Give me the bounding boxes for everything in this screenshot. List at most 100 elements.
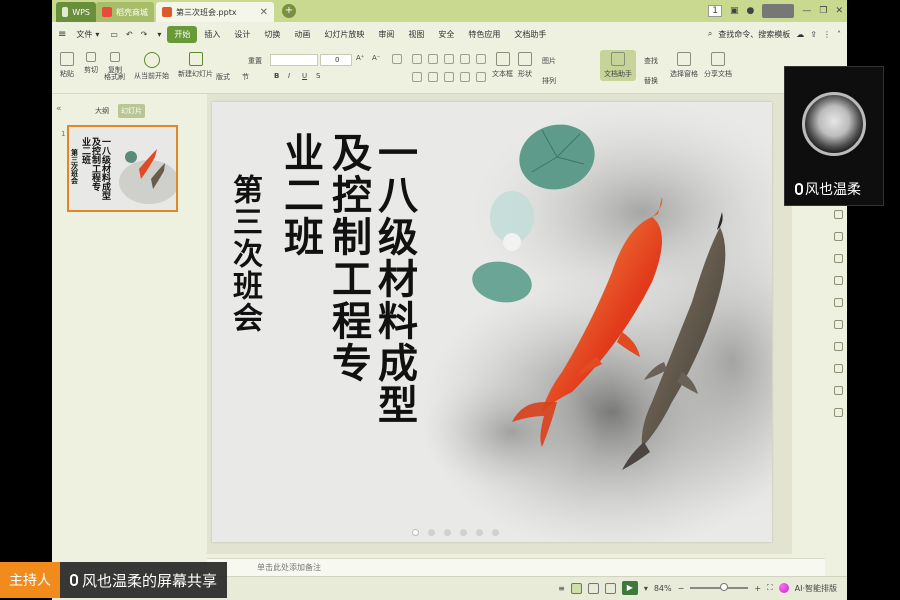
page-dot[interactable] bbox=[412, 529, 419, 536]
align-right-icon[interactable] bbox=[444, 72, 454, 82]
page-dot[interactable] bbox=[444, 529, 451, 536]
search-icon[interactable]: ⌕ bbox=[708, 29, 712, 39]
star-icon[interactable] bbox=[833, 254, 843, 263]
zoom-out-icon[interactable]: − bbox=[678, 584, 685, 593]
justify-icon[interactable] bbox=[460, 72, 470, 82]
location-icon[interactable] bbox=[833, 364, 843, 373]
close-window-icon[interactable]: ✕ bbox=[835, 6, 843, 16]
menu-animations[interactable]: 动画 bbox=[287, 26, 317, 43]
font-name-input[interactable] bbox=[270, 54, 318, 66]
pointer-icon[interactable] bbox=[833, 210, 843, 219]
menu-security[interactable]: 安全 bbox=[431, 26, 461, 43]
reading-view-icon[interactable] bbox=[604, 582, 616, 594]
zoom-level[interactable]: 84% bbox=[654, 584, 672, 593]
close-tab-icon[interactable]: ✕ bbox=[260, 7, 268, 18]
menu-special-apps[interactable]: 特色应用 bbox=[461, 26, 507, 43]
slideshow-play-button[interactable]: ▶ bbox=[621, 581, 638, 595]
tab-wps[interactable]: WPS bbox=[56, 2, 96, 22]
more-options-icon[interactable]: ⋮ bbox=[823, 30, 831, 39]
underline-icon[interactable]: U bbox=[302, 72, 307, 80]
cloud-sync-icon[interactable]: ☁ bbox=[796, 30, 804, 39]
edit-icon[interactable] bbox=[833, 298, 843, 307]
menu-file[interactable]: 文件 ▾ bbox=[69, 26, 106, 43]
save-icon[interactable]: ▭ bbox=[110, 30, 118, 39]
ai-layout-button[interactable]: AI·智能排版 bbox=[795, 583, 837, 594]
font-size-input[interactable]: 0 bbox=[320, 54, 352, 66]
tab-store[interactable]: 稻壳商城 bbox=[96, 2, 154, 22]
picture-button[interactable]: 图片 bbox=[542, 56, 556, 66]
fit-window-icon[interactable]: ⛶ bbox=[767, 583, 773, 593]
clear-format-icon[interactable] bbox=[392, 54, 402, 64]
template-icon[interactable] bbox=[833, 232, 843, 241]
reset-button[interactable]: 重置 bbox=[248, 56, 262, 66]
page-dot[interactable] bbox=[492, 529, 499, 536]
format-painter-button[interactable]: 格式刷 bbox=[104, 72, 125, 82]
user-icon[interactable]: ● bbox=[747, 6, 755, 16]
collapse-panel-icon[interactable]: « bbox=[56, 104, 62, 114]
numbering-icon[interactable] bbox=[428, 54, 438, 64]
layout-button[interactable]: 版式 bbox=[216, 72, 230, 82]
tab-slides[interactable]: 幻灯片 bbox=[118, 104, 145, 118]
replace-button[interactable]: 替换 bbox=[644, 76, 658, 86]
chevron-down-icon[interactable]: ▾ bbox=[644, 584, 648, 593]
menu-transitions[interactable]: 切换 bbox=[257, 26, 287, 43]
share-icon[interactable]: ⇪ bbox=[810, 30, 817, 39]
page-dot[interactable] bbox=[476, 529, 483, 536]
italic-icon[interactable]: I bbox=[288, 72, 290, 80]
cut-button[interactable]: 剪切 bbox=[84, 52, 98, 75]
slide-thumbnail[interactable]: 一八级材料成型 及控制工程专 业二班 第三次班会 bbox=[67, 125, 178, 212]
undo-icon[interactable]: ↶ bbox=[126, 30, 133, 39]
slide-subtitle[interactable]: 第三次班会 bbox=[227, 174, 262, 334]
textbox-button[interactable]: 文本框 bbox=[492, 52, 513, 79]
notes-toggle-icon[interactable]: ≡ bbox=[558, 584, 565, 593]
section-button[interactable]: 节 bbox=[242, 72, 249, 82]
audio-icon[interactable] bbox=[833, 342, 843, 351]
settings-icon[interactable] bbox=[833, 386, 843, 395]
grow-font-icon[interactable]: A⁺ bbox=[356, 54, 364, 62]
menu-view[interactable]: 视图 bbox=[401, 26, 431, 43]
menu-slideshow[interactable]: 幻灯片放映 bbox=[317, 26, 371, 43]
slide-title-line-2[interactable]: 及控制工程专 bbox=[325, 132, 372, 384]
shape-button[interactable]: 形状 bbox=[518, 52, 532, 79]
slide-title-line-1[interactable]: 一八级材料成型 bbox=[371, 132, 418, 426]
menu-home[interactable]: 开始 bbox=[167, 25, 198, 43]
page-dot[interactable] bbox=[460, 529, 467, 536]
notes-field[interactable]: 单击此处添加备注 bbox=[207, 558, 825, 576]
doc-helper-button[interactable]: 文档助手 bbox=[600, 50, 636, 81]
picture-icon[interactable] bbox=[833, 320, 843, 329]
indent-icon[interactable] bbox=[444, 54, 454, 64]
sorter-view-icon[interactable] bbox=[587, 582, 599, 594]
more-icon[interactable]: ▾ bbox=[157, 30, 161, 39]
help-icon[interactable] bbox=[833, 408, 843, 417]
menu-design[interactable]: 设计 bbox=[227, 26, 257, 43]
zoom-in-icon[interactable]: + bbox=[754, 584, 761, 593]
page-dot[interactable] bbox=[428, 529, 435, 536]
minimize-icon[interactable]: — bbox=[802, 6, 811, 16]
user-avatar[interactable] bbox=[762, 4, 795, 18]
paste-button[interactable]: 粘贴 bbox=[60, 52, 74, 79]
line-spacing-icon[interactable] bbox=[476, 54, 486, 64]
find-button[interactable]: 查找 bbox=[644, 56, 658, 66]
align-left-icon[interactable] bbox=[412, 72, 422, 82]
hamburger-icon[interactable]: ≡ bbox=[58, 29, 66, 40]
align-center-icon[interactable] bbox=[428, 72, 438, 82]
maximize-icon[interactable]: ❐ bbox=[819, 6, 827, 16]
zoom-slider-knob[interactable] bbox=[720, 583, 729, 591]
distribute-icon[interactable] bbox=[476, 72, 486, 82]
arrange-button[interactable]: 排列 bbox=[542, 76, 556, 86]
skin-icon[interactable]: ▣ bbox=[730, 6, 739, 16]
tab-document[interactable]: 第三次班会.pptx ✕ bbox=[156, 2, 274, 22]
menu-doc-helper[interactable]: 文档助手 bbox=[507, 26, 553, 43]
play-from-current-button[interactable]: 从当前开始 bbox=[134, 52, 169, 81]
bullets-icon[interactable] bbox=[412, 54, 422, 64]
outdent-icon[interactable] bbox=[460, 54, 470, 64]
zoom-slider[interactable] bbox=[690, 583, 749, 591]
new-tab-button[interactable]: + bbox=[282, 4, 296, 18]
slide-canvas[interactable]: 一八级材料成型 及控制工程专 业二班 第三次班会 bbox=[212, 102, 772, 542]
ai-icon[interactable] bbox=[778, 583, 789, 593]
tab-outline[interactable]: 大纲 bbox=[92, 104, 112, 118]
menu-insert[interactable]: 插入 bbox=[197, 26, 227, 43]
slide-title-line-3[interactable]: 业二班 bbox=[277, 132, 324, 258]
new-slide-button[interactable]: 新建幻灯片 bbox=[178, 52, 213, 79]
layer-icon[interactable] bbox=[833, 276, 843, 285]
